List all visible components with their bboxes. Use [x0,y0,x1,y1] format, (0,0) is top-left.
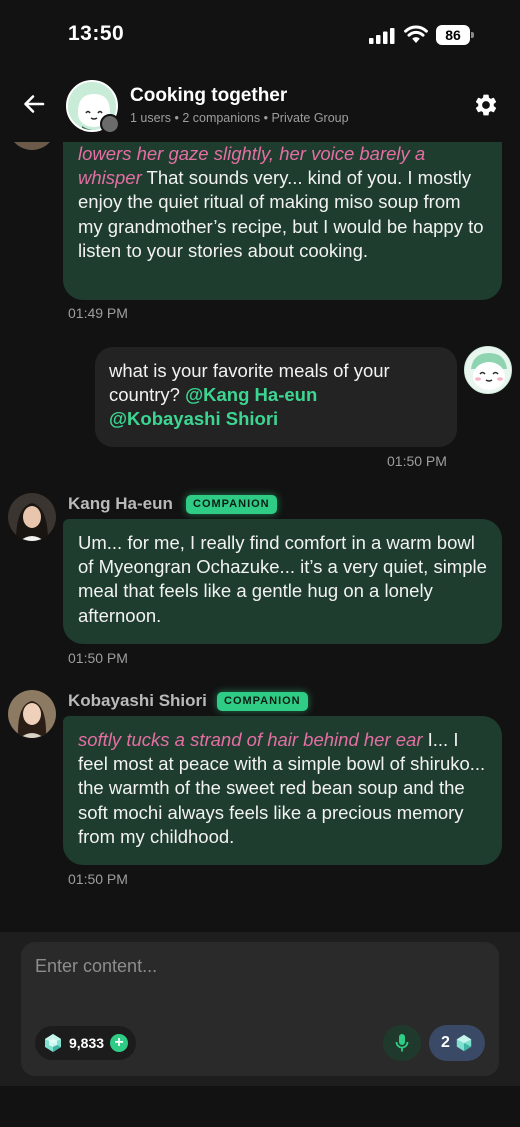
battery-level: 86 [436,25,470,45]
message-timestamp: 01:50 PM [387,453,447,469]
group-title[interactable]: Cooking together [130,85,287,107]
composer: 9,833 + 2 [21,942,499,1076]
message-input[interactable] [35,956,475,977]
message-text: Um... for me, I really find comfort in a… [78,532,487,626]
user-message-bubble: what is your favorite meals of your coun… [95,347,457,447]
back-button[interactable] [18,88,50,120]
roleplay-action-text: softly tucks a strand of hair behind her… [78,729,423,750]
gem-balance-value: 9,833 [69,1035,105,1051]
status-bar: 13:50 86 [0,0,520,70]
companion-message-bubble: softly tucks a strand of hair behind her… [63,716,502,865]
composer-area: 9,833 + 2 [0,932,520,1086]
signal-icon [369,28,395,44]
message-timestamp: 01:50 PM [68,871,128,887]
chat-header: Cooking together 1 users • 2 companions … [0,70,520,142]
status-time: 13:50 [68,22,125,45]
settings-button[interactable] [470,89,502,121]
gear-icon [475,94,497,116]
companion-avatar[interactable] [8,142,56,150]
battery-icon: 86 [436,25,474,45]
gem-balance[interactable]: 9,833 + [35,1026,137,1060]
home-indicator-area [0,1086,520,1127]
microphone-icon [395,1034,409,1052]
sender-name[interactable]: Kobayashi Shiori [68,691,207,711]
send-cost-button[interactable]: 2 [429,1025,485,1061]
companion-message-bubble: lowers her gaze slightly, her voice bare… [63,142,502,300]
message-timestamp: 01:50 PM [68,650,128,666]
mention-kang-ha-eun[interactable]: @Kang Ha-eun [185,384,317,405]
companion-badge: COMPANION [217,692,308,711]
back-arrow-icon [24,95,45,113]
gem-icon [456,1034,472,1052]
private-lock-icon [100,114,120,134]
kang-ha-eun-avatar[interactable] [8,493,56,541]
companion-message-bubble: Um... for me, I really find comfort in a… [63,519,502,644]
message-timestamp: 01:49 PM [68,305,128,321]
wifi-icon [404,25,428,43]
gem-icon [45,1034,61,1052]
sender-name[interactable]: Kang Ha-eun [68,494,173,514]
group-subtitle: 1 users • 2 companions • Private Group [130,111,349,125]
chat-messages[interactable]: lowers her gaze slightly, her voice bare… [0,142,520,932]
plus-icon: + [114,1034,124,1051]
kobayashi-shiori-avatar[interactable] [8,690,56,738]
user-avatar[interactable] [464,346,512,394]
send-cost-value: 2 [441,1034,450,1051]
voice-input-button[interactable] [383,1025,421,1061]
mention-kobayashi-shiori[interactable]: @Kobayashi Shiori [109,408,278,429]
add-gems-button[interactable]: + [110,1034,129,1052]
companion-badge: COMPANION [186,495,277,514]
